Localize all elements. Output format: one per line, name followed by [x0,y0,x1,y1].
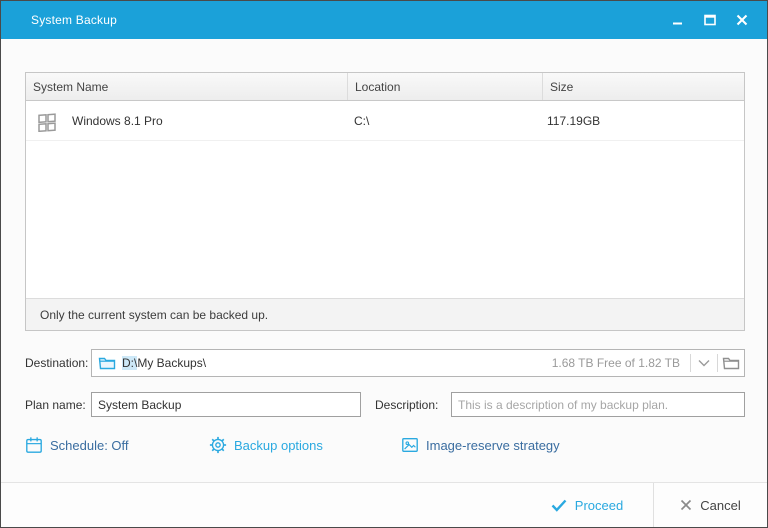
image-reserve-strategy-link[interactable]: Image-reserve strategy [401,434,560,456]
maximize-icon [704,14,716,26]
system-table: System Name Location Size Windows 8.1 Pr… [25,72,745,331]
image-reserve-strategy-link-label: Image-reserve strategy [426,437,560,453]
destination-combobox[interactable]: D:\My Backups\ 1.68 TB Free of 1.82 TB [91,349,745,377]
table-empty-area [26,141,744,298]
close-button[interactable] [731,9,753,31]
free-space-text: 1.68 TB Free of 1.82 TB [551,356,680,370]
close-icon [736,14,748,26]
cancel-button[interactable]: Cancel [654,483,767,527]
system-name: Windows 8.1 Pro [72,113,163,128]
footer-bar: Proceed Cancel [1,482,767,527]
table-row[interactable]: Windows 8.1 Pro C:\ 117.19GB [26,101,744,141]
column-header-system-name[interactable]: System Name [26,73,347,100]
destination-label: Destination: [25,356,89,370]
maximize-button[interactable] [699,9,721,31]
destination-path-selected: D:\ [122,356,138,370]
destination-path[interactable]: D:\My Backups\ [122,356,552,370]
proceed-button[interactable]: Proceed [521,483,653,527]
windows-logo-icon [38,112,56,132]
description-input[interactable] [451,392,745,417]
proceed-button-label: Proceed [574,497,624,513]
cancel-button-label: Cancel [700,497,741,513]
backup-options-link-label: Backup options [234,437,323,453]
description-label: Description: [375,398,439,412]
table-header: System Name Location Size [26,73,744,101]
destination-folder-icon [98,355,116,371]
destination-dropdown-button[interactable] [691,350,717,376]
image-icon [402,438,418,452]
column-header-location[interactable]: Location [347,73,542,100]
browse-folder-icon [722,357,740,370]
schedule-link-label: Schedule: Off [50,437,129,453]
checkmark-icon [551,499,567,512]
destination-path-rest: My Backups\ [137,356,207,370]
table-note: Only the current system can be backed up… [26,298,744,330]
schedule-link[interactable]: Schedule: Off [25,434,129,456]
system-backup-window: System Backup System Name Location Size [0,0,768,528]
chevron-down-icon [698,360,710,367]
minimize-button[interactable] [667,9,689,31]
titlebar[interactable]: System Backup [1,1,767,39]
plan-name-label: Plan name: [25,398,86,412]
window-title: System Backup [31,13,117,27]
cancel-x-icon [681,499,692,511]
system-size: 117.19GB [547,113,601,128]
column-header-size[interactable]: Size [542,73,744,100]
window-controls [667,1,753,39]
minimize-icon [673,22,682,25]
system-location: C:\ [354,113,370,128]
gear-icon [209,436,227,454]
plan-name-input[interactable] [91,392,361,417]
calendar-icon [26,437,42,453]
browse-folder-button[interactable] [718,350,744,376]
backup-options-link[interactable]: Backup options [209,434,323,456]
